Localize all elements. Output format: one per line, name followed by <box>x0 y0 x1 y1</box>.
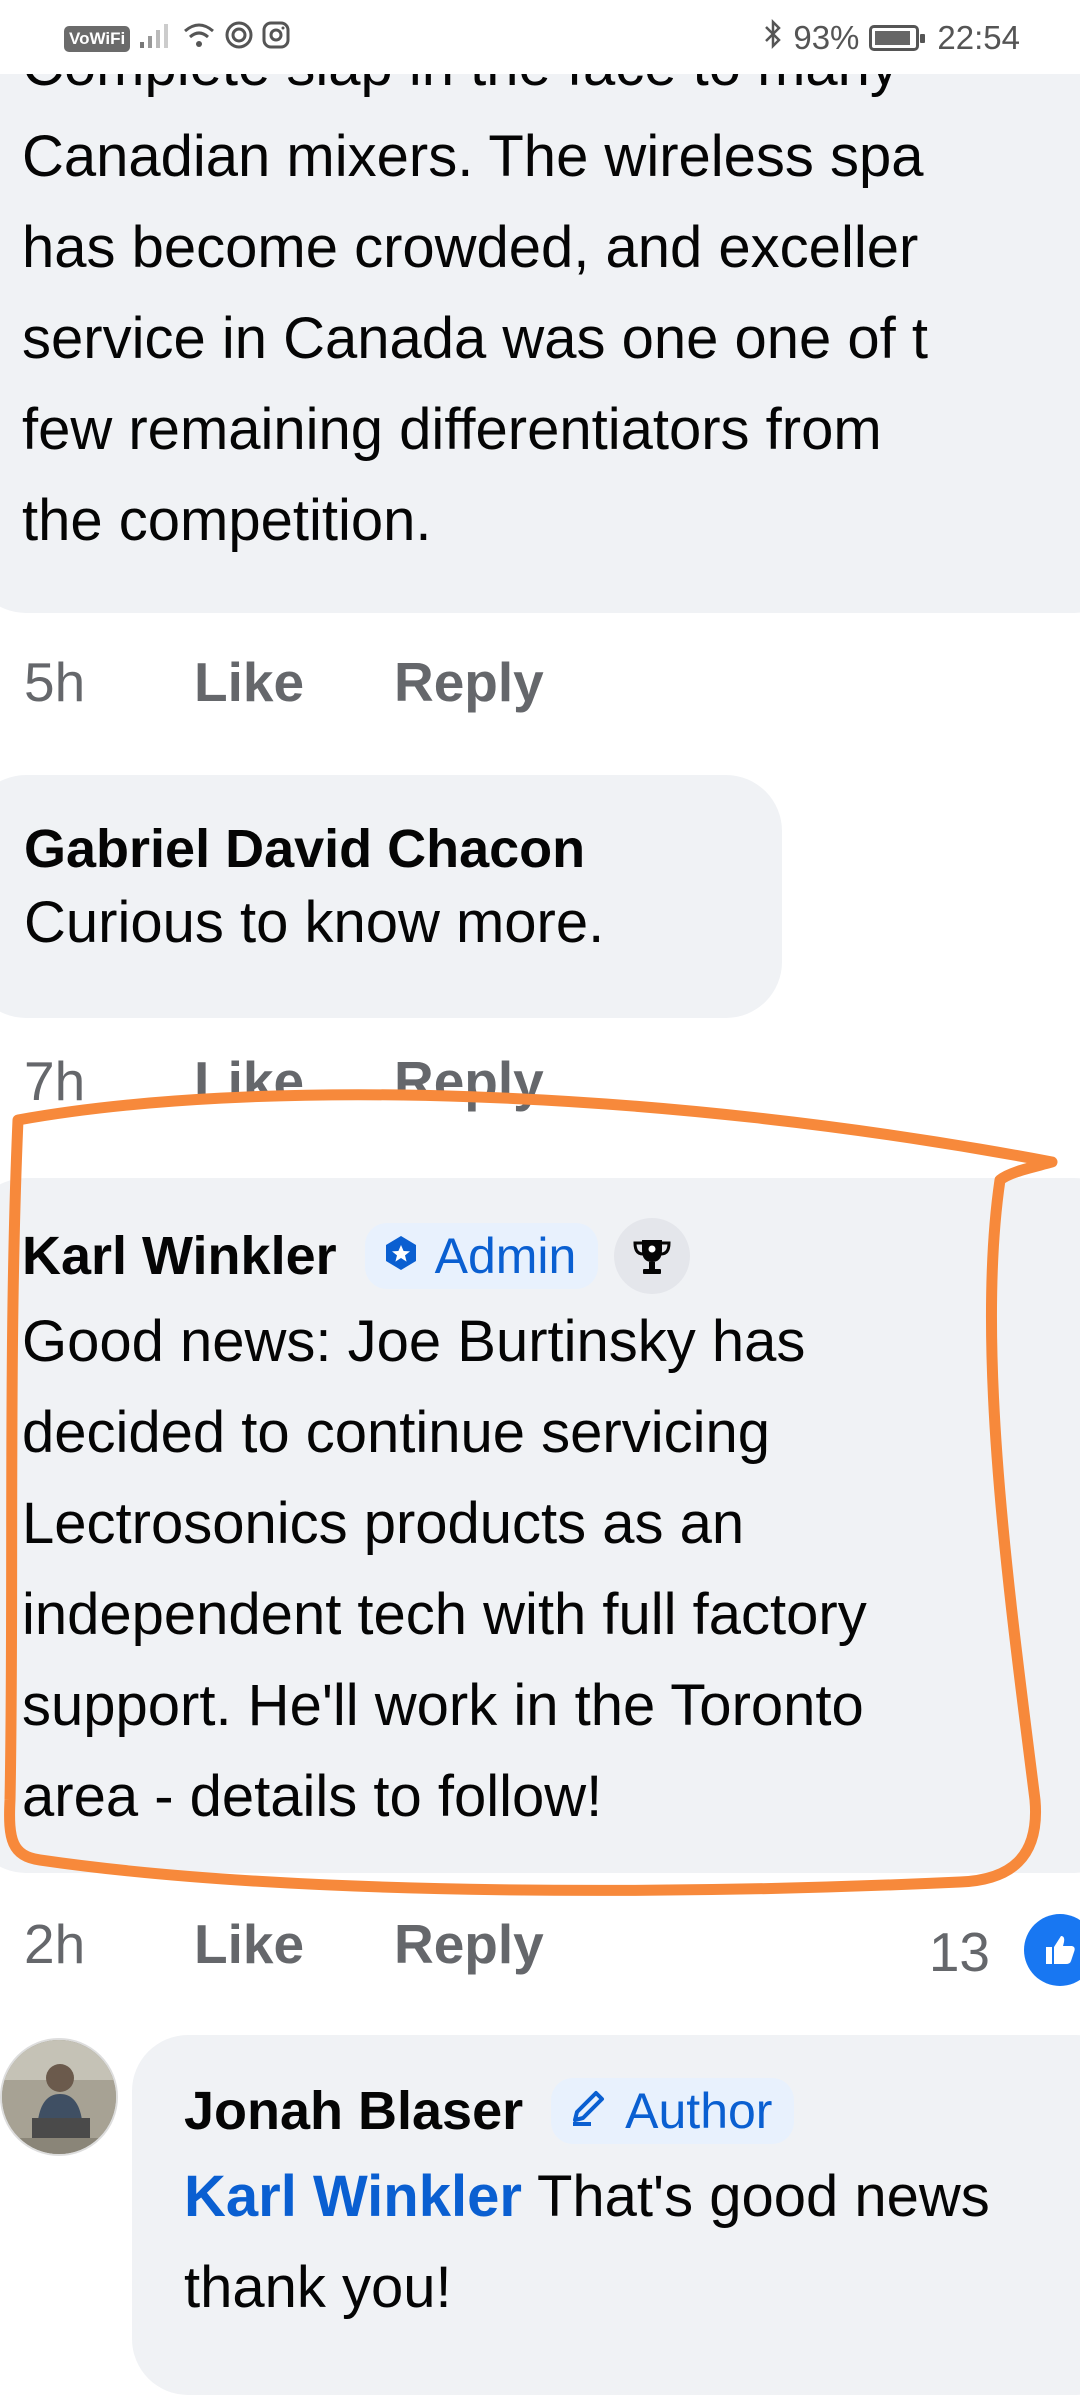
vowifi-indicator: VoWiFi <box>64 26 131 52</box>
reply-button[interactable]: Reply <box>394 1049 544 1113</box>
comment-actions: 2h Like Reply <box>24 1912 544 1976</box>
comment-line: support. He'll work in the Toronto <box>22 1673 864 1738</box>
battery-icon <box>869 25 926 51</box>
status-left: VoWiFi <box>64 20 290 58</box>
trophy-icon[interactable] <box>614 1218 691 1294</box>
comment-text: Curious to know more. <box>24 890 605 955</box>
comment-line: Canadian mixers. The wireless spa <box>22 124 924 189</box>
comment-line: Lectrosonics products as an <box>22 1491 745 1556</box>
admin-badge-label: Admin <box>434 1228 577 1284</box>
comment-time: 5h <box>24 651 86 713</box>
admin-badge[interactable]: Admin <box>364 1223 599 1289</box>
like-button[interactable]: Like <box>194 650 394 714</box>
comment-line: Good news: Joe Burtinsky has <box>22 1309 806 1374</box>
wifi-icon <box>182 20 216 58</box>
comment-line: has become crowded, and exceller <box>22 215 919 280</box>
comment-author[interactable]: Gabriel David Chacon <box>24 817 585 881</box>
comment-bubble[interactable]: Karl Winkler Admin Good news: Joe Burtin… <box>0 1178 1080 1873</box>
reply-line: thank you! <box>184 2255 452 2320</box>
comment-line: the competition. <box>22 488 432 553</box>
reaction-count[interactable]: 13 <box>929 1920 990 1984</box>
reply-button[interactable]: Reply <box>394 650 544 714</box>
bluetooth-icon <box>763 18 783 58</box>
reply-author[interactable]: Jonah Blaser <box>184 2080 523 2142</box>
mention-link[interactable]: Karl Winkler <box>184 2164 522 2229</box>
comment-line: decided to continue servicing <box>22 1400 771 1465</box>
battery-level <box>875 31 911 45</box>
comment-bubble[interactable]: Complete slap in the face to many Canadi… <box>0 0 1080 613</box>
comment-bubble[interactable]: Gabriel David Chacon Curious to know mor… <box>0 775 782 1018</box>
instagram-icon <box>262 21 290 57</box>
comment-time: 7h <box>24 1050 86 1112</box>
clock: 22:54 <box>937 19 1020 56</box>
pencil-icon <box>567 2082 611 2140</box>
author-badge[interactable]: Author <box>551 2078 795 2144</box>
comment-line: area - details to follow! <box>22 1764 603 1829</box>
like-button[interactable]: Like <box>194 1049 394 1113</box>
reply-line: Karl Winkler That's good news <box>184 2151 1080 2242</box>
comment-author[interactable]: Karl Winkler <box>22 1225 337 1287</box>
avatar[interactable] <box>0 2038 118 2156</box>
comment-actions: 7h Like Reply <box>24 1049 544 1113</box>
reply-button[interactable]: Reply <box>394 1912 544 1976</box>
hotspot-icon <box>224 20 254 58</box>
comment-line: independent tech with full factory <box>22 1582 867 1647</box>
comment-line: few remaining differentiators from <box>22 397 882 462</box>
comment-time: 2h <box>24 1913 86 1975</box>
author-badge-label: Author <box>625 2083 773 2139</box>
reply-text: That's good news <box>521 2164 990 2229</box>
status-bar: VoWiFi 93% 22:54 <box>0 0 1080 74</box>
comment-actions: 5h Like Reply <box>24 650 544 714</box>
reply-bubble[interactable]: Jonah Blaser Author Karl Winkler That's … <box>132 2035 1080 2395</box>
battery-percent: 93% <box>793 19 860 56</box>
like-button[interactable]: Like <box>194 1912 394 1976</box>
status-right: 93% 22:54 <box>763 18 1020 58</box>
admin-shield-icon <box>381 1227 421 1285</box>
comment-header: Karl Winkler Admin <box>22 1216 1080 1296</box>
reply-header: Jonah Blaser Author <box>184 2071 1080 2151</box>
signal-icon <box>138 20 174 58</box>
comment-line: service in Canada was one one of t <box>22 306 928 371</box>
thumbs-up-icon[interactable] <box>1024 1914 1080 1986</box>
